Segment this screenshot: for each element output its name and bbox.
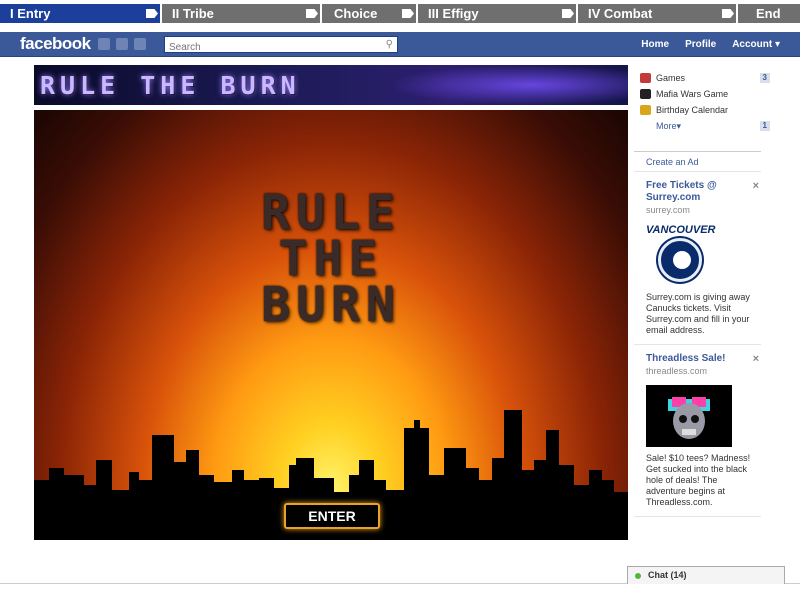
ad-threadless[interactable]: × Threadless Sale! threadless.com Sale! … [634,345,761,517]
title-line: RULE [261,185,401,241]
arrow-icon [562,9,574,18]
nav-account[interactable]: Account ▾ [732,39,780,50]
count-badge: 1 [759,121,770,131]
sidebar-item-birthday-calendar[interactable]: Birthday Calendar [638,102,772,118]
ad-domain: threadless.com [646,366,708,376]
arrow-icon [722,9,734,18]
step-choice[interactable]: Choice [322,4,416,23]
nav-profile[interactable]: Profile [685,39,716,50]
sidebar-item-games[interactable]: Games 3 [638,70,772,86]
sidebar-apps: Games 3 Mafia Wars Game Birthday Calenda… [638,70,772,134]
sidebar-item-label: Birthday Calendar [656,105,729,115]
close-icon[interactable]: × [753,180,759,192]
game-canvas: RULE THE BURN ENTER [34,110,628,540]
arrow-icon [306,9,318,18]
logo-word: VANCOUVER [646,224,716,236]
create-ad-link[interactable]: Create an Ad [634,152,761,172]
close-icon[interactable]: × [753,353,759,365]
nav-home[interactable]: Home [641,39,669,50]
arrow-icon [402,9,414,18]
notifications-icon[interactable] [134,38,146,50]
notification-icons [98,38,146,50]
step-label: IV Combat [588,6,653,21]
enter-button[interactable]: ENTER [284,503,380,529]
sidebar-item-label: Mafia Wars Game [656,89,729,99]
ad-surrey[interactable]: × Free Tickets @ Surrey.com surrey.com V… [634,172,761,345]
facebook-header: facebook ⚲ Home Profile Account ▾ [0,32,800,57]
sidebar-item-label: Games [656,73,686,83]
chat-bar[interactable]: Chat (14) [627,566,785,584]
step-label: II Tribe [172,6,214,21]
ad-image[interactable] [646,385,732,447]
game-title: RULE THE BURN [34,185,628,333]
online-status-icon [635,573,641,579]
step-label: I Entry [10,6,51,21]
count-badge: 3 [759,73,770,83]
step-tribe[interactable]: II Tribe [162,4,320,23]
sidebar-item-mafia-wars[interactable]: Mafia Wars Game [638,86,772,102]
ads-column: Create an Ad × Free Tickets @ Surrey.com… [634,151,761,517]
sidebar-more-link[interactable]: More▾ 1 [638,118,772,134]
mafia-wars-icon [640,89,651,99]
game-banner: RULE THE BURN [34,65,628,105]
arrow-icon [146,9,158,18]
step-entry[interactable]: I Entry [0,4,160,23]
step-effigy[interactable]: III Effigy [418,4,576,23]
title-line: BURN [261,277,401,333]
messages-icon[interactable] [116,38,128,50]
step-label: III Effigy [428,6,479,21]
step-combat[interactable]: IV Combat [578,4,736,23]
title-line: THE [278,231,384,287]
step-progress-bar: I Entry II Tribe Choice III Effigy IV Co… [0,0,800,24]
chat-label: Chat (14) [648,570,687,580]
friend-requests-icon[interactable] [98,38,110,50]
search-icon[interactable]: ⚲ [386,39,393,50]
calendar-icon [640,105,651,115]
search-input[interactable] [165,40,365,55]
header-nav: Home Profile Account ▾ [641,39,780,50]
banner-title: RULE THE BURN [40,71,301,100]
orca-emblem-icon [658,238,702,282]
step-label: Choice [334,6,378,21]
ad-title[interactable]: Threadless Sale! [646,353,742,365]
ad-domain: surrey.com [646,205,690,215]
ad-body: Surrey.com is giving away Canucks ticket… [646,292,750,335]
skull-graphic [668,397,710,439]
search-box: ⚲ [164,36,398,55]
step-label: End [756,6,781,21]
ad-title[interactable]: Free Tickets @ Surrey.com [646,180,742,204]
games-icon [640,73,651,83]
facebook-logo[interactable]: facebook [20,34,91,54]
banner-swirl-graphic [388,65,628,105]
ad-body: Sale! $10 tees? Madness! Get sucked into… [646,453,751,507]
canucks-logo[interactable]: VANCOUVER [646,224,716,286]
more-label: More▾ [656,121,682,131]
step-end[interactable]: End [738,4,800,23]
